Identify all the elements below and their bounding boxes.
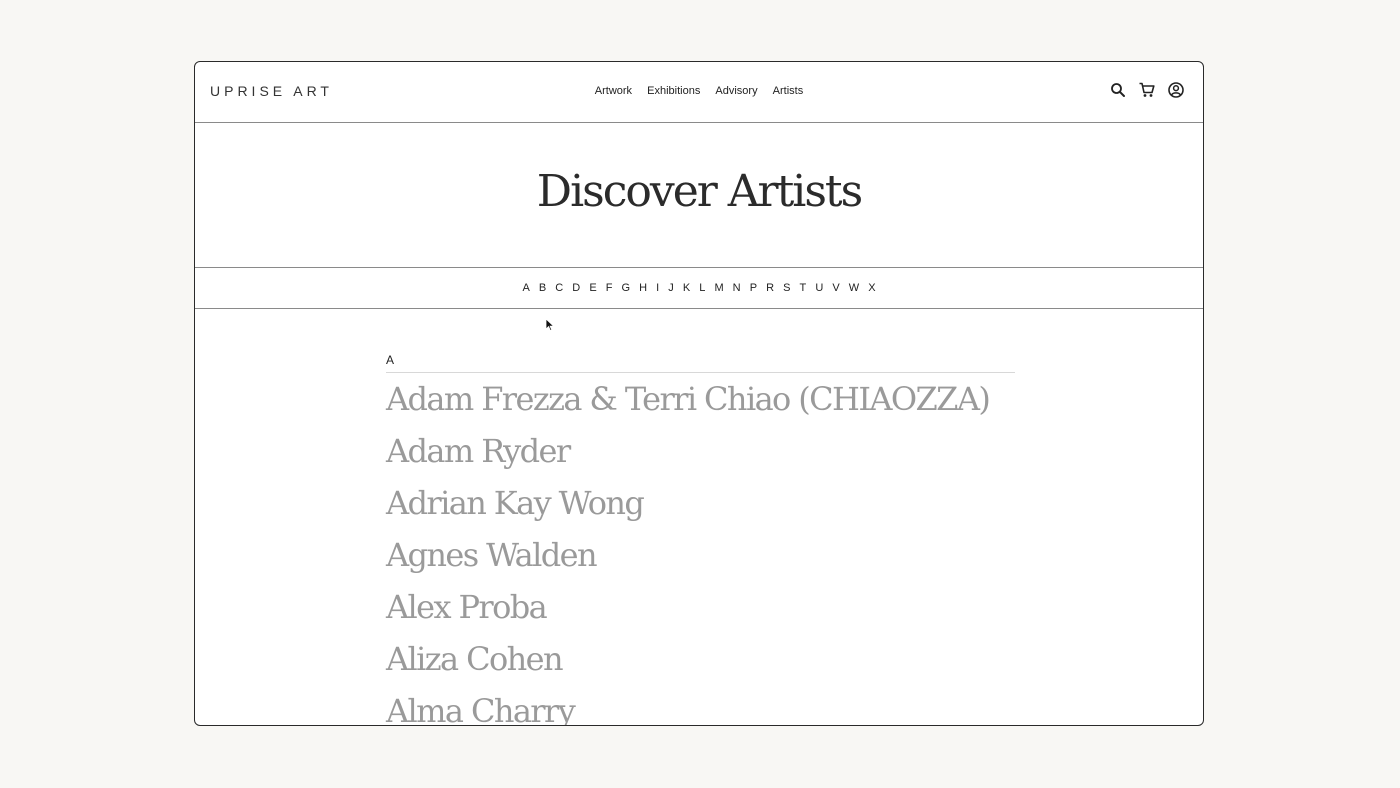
artist-list-section: A Adam Frezza & Terri Chiao (CHIAOZZA) A…: [386, 352, 1015, 725]
browser-frame: UPRISE ART Artwork Exhibitions Advisory …: [194, 61, 1204, 726]
nav-item-artists[interactable]: Artists: [773, 82, 804, 100]
alpha-letter-x[interactable]: X: [868, 268, 875, 308]
alpha-letter-u[interactable]: U: [815, 268, 823, 308]
alpha-letter-v[interactable]: V: [832, 268, 839, 308]
artist-link[interactable]: Adam Ryder: [386, 425, 1015, 477]
alpha-letter-n[interactable]: N: [733, 268, 741, 308]
alpha-letter-l[interactable]: L: [699, 268, 705, 308]
alpha-letter-b[interactable]: B: [539, 268, 546, 308]
search-icon[interactable]: [1109, 81, 1127, 99]
main-nav: Artwork Exhibitions Advisory Artists: [195, 82, 1203, 100]
alpha-letter-i[interactable]: I: [656, 268, 659, 308]
alpha-letter-d[interactable]: D: [572, 268, 580, 308]
alpha-letter-h[interactable]: H: [639, 268, 647, 308]
alpha-letter-g[interactable]: G: [622, 268, 631, 308]
account-icon[interactable]: [1167, 81, 1185, 99]
artist-link[interactable]: Adam Frezza & Terri Chiao (CHIAOZZA): [386, 373, 1015, 425]
alpha-letter-c[interactable]: C: [555, 268, 563, 308]
alpha-letter-p[interactable]: P: [750, 268, 757, 308]
alpha-letter-s[interactable]: S: [783, 268, 790, 308]
page-title: Discover Artists: [536, 166, 863, 217]
section-heading: A: [386, 352, 1015, 373]
alpha-letter-m[interactable]: M: [714, 268, 723, 308]
alpha-letter-a[interactable]: A: [522, 268, 529, 308]
nav-item-exhibitions[interactable]: Exhibitions: [647, 82, 700, 100]
mouse-cursor-icon: [545, 318, 555, 332]
header-icons: [1109, 81, 1185, 99]
top-navigation-bar: UPRISE ART Artwork Exhibitions Advisory …: [195, 62, 1203, 123]
alpha-letter-r[interactable]: R: [766, 268, 774, 308]
alpha-letter-j[interactable]: J: [668, 268, 674, 308]
alpha-letter-k[interactable]: K: [683, 268, 690, 308]
artist-link[interactable]: Alex Proba: [386, 581, 1015, 633]
alphabet-filter: A B C D E F G H I J K L M N P R S T U V …: [195, 268, 1203, 309]
alpha-letter-e[interactable]: E: [589, 268, 596, 308]
alpha-letter-w[interactable]: W: [849, 268, 859, 308]
alpha-letter-t[interactable]: T: [800, 268, 807, 308]
hero-section: Discover Artists: [195, 123, 1203, 268]
artist-link[interactable]: Adrian Kay Wong: [386, 477, 1015, 529]
nav-item-artwork[interactable]: Artwork: [595, 82, 632, 100]
nav-item-advisory[interactable]: Advisory: [715, 82, 757, 100]
cart-icon[interactable]: [1138, 81, 1156, 99]
artist-link[interactable]: Alma Charry: [386, 685, 1015, 725]
artist-link[interactable]: Aliza Cohen: [386, 633, 1015, 685]
alpha-letter-f[interactable]: F: [606, 268, 613, 308]
artist-link[interactable]: Agnes Walden: [386, 529, 1015, 581]
